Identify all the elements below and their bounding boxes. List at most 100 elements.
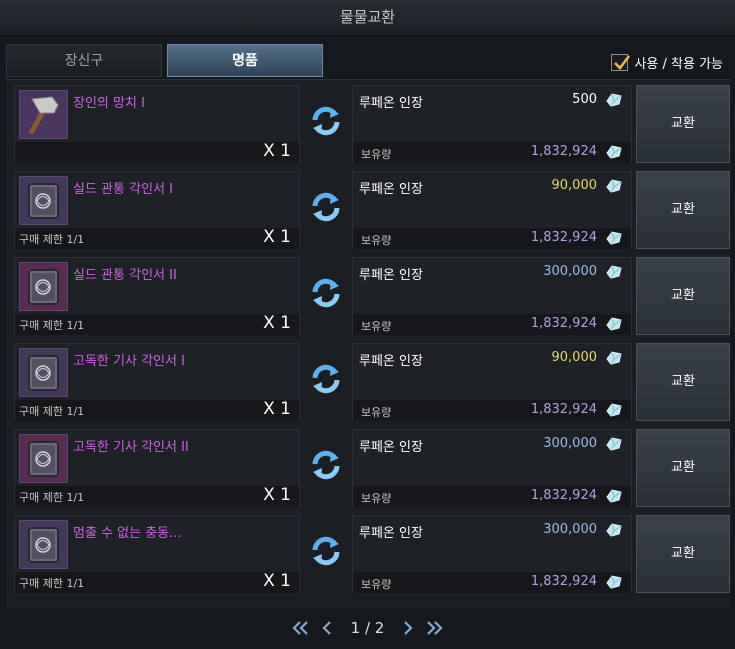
exchange-button[interactable]: 교환 <box>636 85 730 163</box>
last-page-button[interactable] <box>424 618 444 638</box>
crystal-icon <box>605 574 623 590</box>
cost-slot: 루페온 인장 300,000 보유량 1,832,924 <box>352 515 632 593</box>
exchange-row: 고독한 기사 각인서 II 구매 제한 1/1 X 1 루페온 인장 300,000 보유… <box>12 424 730 507</box>
exchange-arrows-icon <box>307 188 345 226</box>
crystal-icon <box>605 522 623 538</box>
owned-amount: 1,832,924 <box>530 316 597 331</box>
checkmark-icon <box>614 54 631 70</box>
window-title: 물물교환 <box>0 0 735 36</box>
crystal-icon <box>605 402 623 418</box>
owned-label: 보유량 <box>361 320 392 333</box>
item-quantity: X 1 <box>263 571 291 591</box>
item-quantity: X 1 <box>263 485 291 505</box>
crystal-icon <box>605 436 623 452</box>
crystal-icon <box>605 316 623 332</box>
exchange-arrows-icon <box>307 532 345 570</box>
reward-item-slot[interactable]: 고독한 기사 각인서 I 구매 제한 1/1 X 1 <box>14 343 300 421</box>
cost-currency-name: 루페온 인장 <box>359 182 423 197</box>
exchange-row: 실드 관통 각인서 II 구매 제한 1/1 X 1 루페온 인장 300,000 보유량… <box>12 252 730 335</box>
item-name: 고독한 기사 각인서 I <box>73 354 185 369</box>
reward-item-slot[interactable]: 실드 관통 각인서 I 구매 제한 1/1 X 1 <box>14 171 300 249</box>
exchange-row: 멈출 수 없는 충동... 구매 제한 1/1 X 1 루페온 인장 300,000 보유… <box>12 510 730 593</box>
crystal-icon <box>605 264 623 280</box>
engraving-book-icon <box>19 434 68 483</box>
purchase-limit: 구매 제한 1/1 <box>19 405 85 418</box>
cost-amount: 90,000 <box>551 350 598 365</box>
exchange-button[interactable]: 교환 <box>636 257 730 335</box>
purchase-limit: 구매 제한 1/1 <box>19 491 85 504</box>
item-name: 멈출 수 없는 충동... <box>73 526 182 541</box>
crystal-icon <box>605 144 623 160</box>
cost-slot: 루페온 인장 300,000 보유량 1,832,924 <box>352 429 632 507</box>
cost-amount: 300,000 <box>543 522 597 537</box>
exchange-arrows-icon <box>307 360 345 398</box>
purchase-limit: 구매 제한 1/1 <box>19 319 85 332</box>
hammer-icon <box>19 90 68 139</box>
engraving-book-icon <box>19 348 68 397</box>
owned-label: 보유량 <box>361 406 392 419</box>
cost-amount: 90,000 <box>551 178 598 193</box>
pagination: 1 / 2 <box>0 612 735 644</box>
cost-slot: 루페온 인장 90,000 보유량 1,832,924 <box>352 171 632 249</box>
cost-currency-name: 루페온 인장 <box>359 268 423 283</box>
tab-accessories[interactable]: 장신구 <box>6 44 162 77</box>
exchange-row: 실드 관통 각인서 I 구매 제한 1/1 X 1 루페온 인장 90,000 보유량 1,… <box>12 166 730 249</box>
item-name: 실드 관통 각인서 I <box>73 182 173 197</box>
exchange-arrows-icon <box>307 102 345 140</box>
cost-slot: 루페온 인장 300,000 보유량 1,832,924 <box>352 257 632 335</box>
purchase-limit: 구매 제한 1/1 <box>19 577 85 590</box>
crystal-icon <box>605 488 623 504</box>
reward-item-slot[interactable]: 고독한 기사 각인서 II 구매 제한 1/1 X 1 <box>14 429 300 507</box>
cost-amount: 500 <box>572 92 597 107</box>
exchange-list: 장인의 망치 IX 1 루페온 인장 500 보유량 1,832,924 교환 실드 관통 … <box>6 79 730 609</box>
cost-slot: 루페온 인장 500 보유량 1,832,924 <box>352 85 632 163</box>
exchange-button[interactable]: 교환 <box>636 171 730 249</box>
item-name: 고독한 기사 각인서 II <box>73 440 189 455</box>
tab-luxury[interactable]: 명품 <box>167 44 323 77</box>
item-quantity: X 1 <box>263 141 291 161</box>
exchange-button[interactable]: 교환 <box>636 429 730 507</box>
cost-amount: 300,000 <box>543 264 597 279</box>
page-indicator: 1 / 2 <box>350 619 385 637</box>
cost-currency-name: 루페온 인장 <box>359 440 423 455</box>
exchange-row: 고독한 기사 각인서 I 구매 제한 1/1 X 1 루페온 인장 90,000 보유량 1… <box>12 338 730 421</box>
engraving-book-icon <box>19 262 68 311</box>
double-chevron-right-icon <box>427 621 443 635</box>
first-page-button[interactable] <box>291 618 311 638</box>
owned-amount: 1,832,924 <box>530 402 597 417</box>
exchange-button[interactable]: 교환 <box>636 515 730 593</box>
next-page-button[interactable] <box>398 618 418 638</box>
reward-item-slot[interactable]: 멈출 수 없는 충동... 구매 제한 1/1 X 1 <box>14 515 300 593</box>
owned-amount: 1,832,924 <box>530 230 597 245</box>
cost-currency-name: 루페온 인장 <box>359 96 423 111</box>
cost-currency-name: 루페온 인장 <box>359 354 423 369</box>
item-band <box>15 142 299 163</box>
exchange-button[interactable]: 교환 <box>636 343 730 421</box>
cost-slot: 루페온 인장 90,000 보유량 1,832,924 <box>352 343 632 421</box>
item-name: 장인의 망치 I <box>73 96 145 111</box>
prev-page-button[interactable] <box>317 618 337 638</box>
crystal-icon <box>605 178 623 194</box>
crystal-icon <box>605 92 623 108</box>
item-name: 실드 관통 각인서 II <box>73 268 177 283</box>
usable-filter[interactable]: 사용 / 착용 가능 <box>611 52 723 72</box>
crystal-icon <box>605 350 623 366</box>
owned-amount: 1,832,924 <box>530 488 597 503</box>
cost-amount: 300,000 <box>543 436 597 451</box>
crystal-icon <box>605 230 623 246</box>
item-quantity: X 1 <box>263 227 291 247</box>
reward-item-slot[interactable]: 장인의 망치 I X 1 <box>14 85 300 163</box>
reward-item-slot[interactable]: 실드 관통 각인서 II 구매 제한 1/1 X 1 <box>14 257 300 335</box>
usable-filter-checkbox[interactable] <box>611 53 631 71</box>
chevron-left-icon <box>322 621 331 635</box>
engraving-book-icon <box>19 176 68 225</box>
item-quantity: X 1 <box>263 399 291 419</box>
owned-amount: 1,832,924 <box>530 574 597 589</box>
engraving-book-icon <box>19 520 68 569</box>
item-quantity: X 1 <box>263 313 291 333</box>
owned-label: 보유량 <box>361 148 392 161</box>
owned-label: 보유량 <box>361 578 392 591</box>
double-chevron-left-icon <box>292 621 308 635</box>
owned-label: 보유량 <box>361 492 392 505</box>
owned-label: 보유량 <box>361 234 392 247</box>
